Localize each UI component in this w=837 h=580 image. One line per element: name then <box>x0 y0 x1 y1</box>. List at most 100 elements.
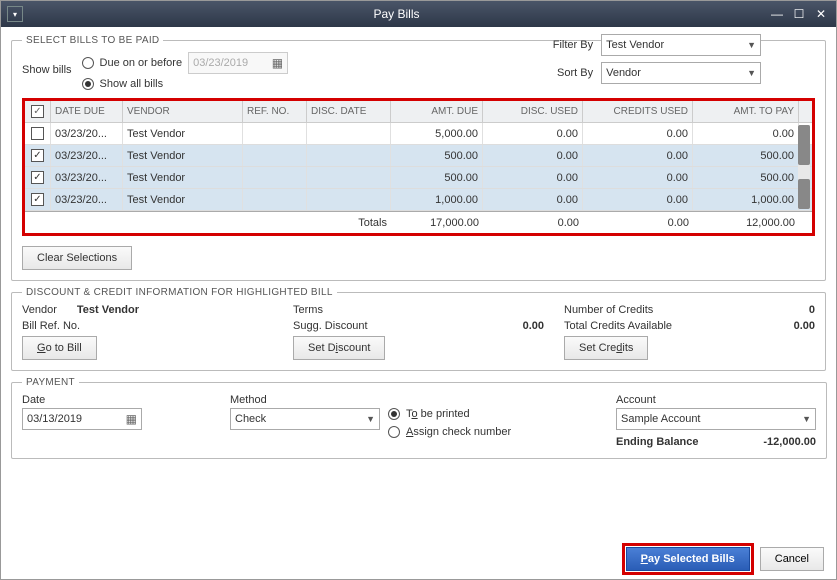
filter-by-label: Filter By <box>538 39 593 51</box>
cell-amtdue: 500.00 <box>391 145 483 166</box>
show-all-radio[interactable] <box>82 78 94 90</box>
vendor-label: Vendor <box>22 304 57 316</box>
table-row[interactable]: 03/23/20...Test Vendor5,000.000.000.000.… <box>25 123 812 145</box>
vendor-value: Test Vendor <box>77 304 139 316</box>
to-be-printed-radio[interactable] <box>388 408 400 420</box>
cell-date: 03/23/20... <box>51 123 123 144</box>
payment-date-input[interactable]: 03/13/2019 ▦ <box>22 408 142 430</box>
pay-selected-bills-button[interactable]: Pay Selected Bills <box>626 547 750 571</box>
due-on-before-radio[interactable] <box>82 57 94 69</box>
assign-label: Assign check number <box>406 426 511 438</box>
calendar-icon: ▦ <box>272 56 283 70</box>
table-row[interactable]: ✓03/23/20...Test Vendor500.000.000.00500… <box>25 145 812 167</box>
cell-credits: 0.00 <box>583 167 693 188</box>
sugg-label: Sugg. Discount <box>293 320 368 332</box>
row-checkbox[interactable] <box>31 127 44 140</box>
cell-vendor: Test Vendor <box>123 189 243 210</box>
due-label: Due on or before <box>100 57 183 69</box>
close-button[interactable]: ✕ <box>812 5 830 23</box>
payment-section: PAYMENT Date 03/13/2019 ▦ Method Check▼ <box>11 377 827 459</box>
minimize-button[interactable]: — <box>768 5 786 23</box>
table-row[interactable]: ✓03/23/20...Test Vendor500.000.000.00500… <box>25 167 812 189</box>
cell-credits: 0.00 <box>583 123 693 144</box>
cell-amtpay: 500.00 <box>693 167 799 188</box>
method-label: Method <box>230 394 380 406</box>
table-row[interactable]: ✓03/23/20...Test Vendor1,000.000.000.001… <box>25 189 812 211</box>
cell-date: 03/23/20... <box>51 189 123 210</box>
row-checkbox[interactable]: ✓ <box>31 171 44 184</box>
header-ref[interactable]: REF. NO. <box>243 101 307 122</box>
window-title: Pay Bills <box>29 7 764 21</box>
set-credits-button[interactable]: Set Credits <box>564 336 648 360</box>
select-all-checkbox[interactable]: ✓ <box>31 105 44 118</box>
cell-amtpay: 0.00 <box>693 123 799 144</box>
cell-ref <box>243 123 307 144</box>
payment-date-label: Date <box>22 394 222 406</box>
scroll-thumb-bottom[interactable] <box>798 179 810 209</box>
sort-by-label: Sort By <box>538 67 593 79</box>
cell-discdate <box>307 189 391 210</box>
header-amtdue[interactable]: AMT. DUE <box>391 101 483 122</box>
pay-bills-window: ▾ Pay Bills — ☐ ✕ SELECT BILLS TO BE PAI… <box>0 0 837 580</box>
cell-discused: 0.00 <box>483 189 583 210</box>
billref-label: Bill Ref. No. <box>22 320 80 332</box>
cell-amtdue: 1,000.00 <box>391 189 483 210</box>
discount-credit-section: DISCOUNT & CREDIT INFORMATION FOR HIGHLI… <box>11 287 826 371</box>
table-header: ✓ DATE DUE VENDOR REF. NO. DISC. DATE AM… <box>25 101 812 123</box>
row-checkbox[interactable]: ✓ <box>31 149 44 162</box>
filter-by-combo[interactable]: Test Vendor▼ <box>601 34 761 56</box>
sugg-value: 0.00 <box>523 320 544 332</box>
payment-legend: PAYMENT <box>22 377 79 388</box>
cell-ref <box>243 167 307 188</box>
ending-balance-label: Ending Balance <box>616 436 699 448</box>
cell-amtpay: 1,000.00 <box>693 189 799 210</box>
cell-discused: 0.00 <box>483 123 583 144</box>
select-bills-section: SELECT BILLS TO BE PAID Show bills Due o… <box>11 35 826 281</box>
cell-ref <box>243 145 307 166</box>
avail-label: Total Credits Available <box>564 320 672 332</box>
cell-date: 03/23/20... <box>51 145 123 166</box>
printed-label: To be printed <box>406 408 470 420</box>
maximize-button[interactable]: ☐ <box>790 5 808 23</box>
terms-label: Terms <box>293 304 323 316</box>
clear-selections-button[interactable]: Clear Selections <box>22 246 132 270</box>
header-discused[interactable]: DISC. USED <box>483 101 583 122</box>
calendar-icon: ▦ <box>126 412 137 426</box>
cell-discdate <box>307 123 391 144</box>
select-legend: SELECT BILLS TO BE PAID <box>22 35 163 46</box>
cell-discused: 0.00 <box>483 145 583 166</box>
header-credits[interactable]: CREDITS USED <box>583 101 693 122</box>
totals-row: Totals 17,000.00 0.00 0.00 12,000.00 <box>25 211 812 233</box>
due-date-input[interactable]: 03/23/2019 ▦ <box>188 52 288 74</box>
bills-table: ✓ DATE DUE VENDOR REF. NO. DISC. DATE AM… <box>22 98 815 236</box>
window-menu-icon[interactable]: ▾ <box>7 6 23 22</box>
chevron-down-icon: ▼ <box>802 414 811 424</box>
method-combo[interactable]: Check▼ <box>230 408 380 430</box>
ending-balance-value: -12,000.00 <box>763 436 816 448</box>
totals-amtpay: 12,000.00 <box>693 217 799 229</box>
cell-date: 03/23/20... <box>51 167 123 188</box>
header-vendor[interactable]: VENDOR <box>123 101 243 122</box>
set-discount-button[interactable]: Set Discount <box>293 336 385 360</box>
account-combo[interactable]: Sample Account▼ <box>616 408 816 430</box>
cell-amtpay: 500.00 <box>693 145 799 166</box>
table-scrollbar[interactable] <box>798 125 810 209</box>
cancel-button[interactable]: Cancel <box>760 547 824 571</box>
assign-check-radio[interactable] <box>388 426 400 438</box>
scroll-thumb-top[interactable] <box>798 125 810 165</box>
table-body: 03/23/20...Test Vendor5,000.000.000.000.… <box>25 123 812 211</box>
header-date[interactable]: DATE DUE <box>51 101 123 122</box>
cell-vendor: Test Vendor <box>123 123 243 144</box>
show-all-label: Show all bills <box>100 78 164 90</box>
cell-ref <box>243 189 307 210</box>
chevron-down-icon: ▼ <box>366 414 375 424</box>
cell-amtdue: 5,000.00 <box>391 123 483 144</box>
cell-vendor: Test Vendor <box>123 167 243 188</box>
sort-by-combo[interactable]: Vendor▼ <box>601 62 761 84</box>
totals-amtdue: 17,000.00 <box>391 217 483 229</box>
header-amtpay[interactable]: AMT. TO PAY <box>693 101 799 122</box>
header-discdate[interactable]: DISC. DATE <box>307 101 391 122</box>
go-to-bill-button[interactable]: Go to Bill <box>22 336 97 360</box>
cell-credits: 0.00 <box>583 189 693 210</box>
row-checkbox[interactable]: ✓ <box>31 193 44 206</box>
